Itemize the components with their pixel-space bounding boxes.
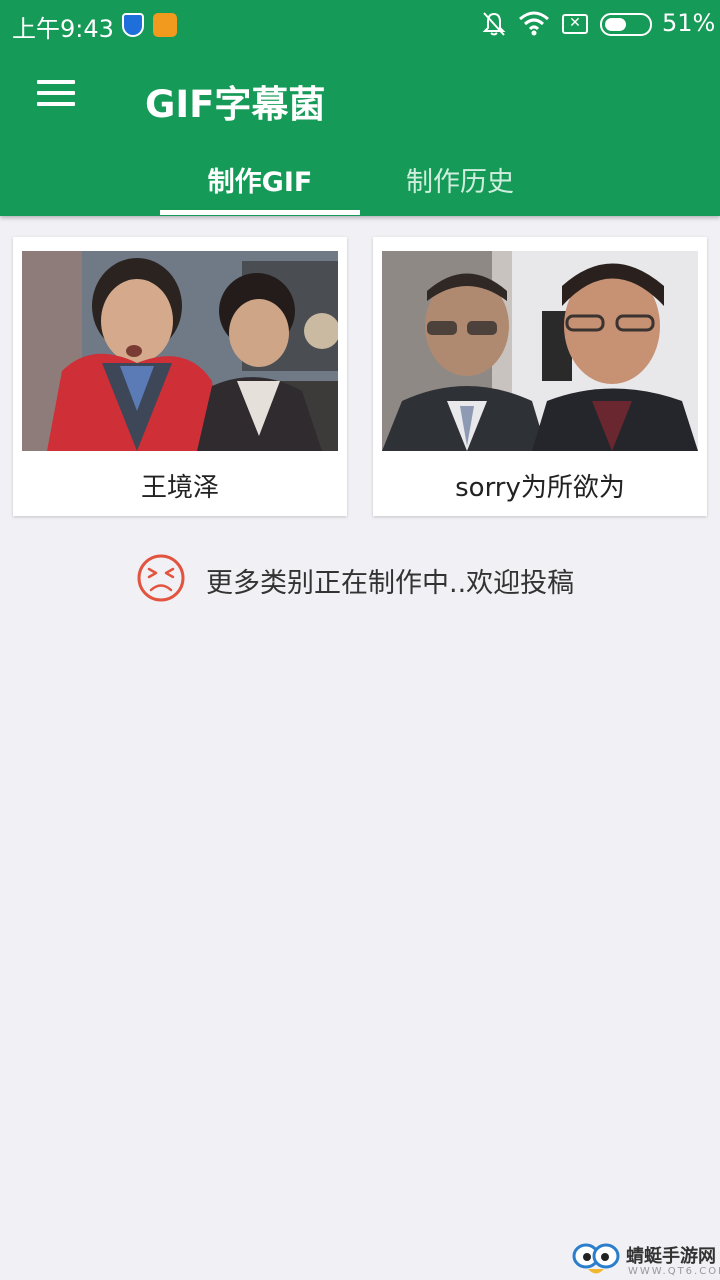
sim-card-icon: ✕ <box>562 14 588 34</box>
uc-browser-icon <box>153 13 177 37</box>
status-time: 上午9:43 <box>12 15 114 43</box>
tab-indicator <box>160 210 360 215</box>
watermark-url: WWW.QT6.COM <box>628 1266 720 1277</box>
frown-face-icon <box>137 554 185 602</box>
app-bar: 上午9:43 ✕ 51% GIF字幕菌 制作GIF 制作历史 <box>0 0 720 216</box>
tab-history[interactable]: 制作历史 <box>360 160 560 199</box>
shield-icon <box>122 13 144 37</box>
bell-off-icon <box>482 12 506 36</box>
battery-percent: 51% <box>662 9 716 37</box>
wifi-icon <box>519 11 549 36</box>
app-title: GIF字幕菌 <box>145 83 326 126</box>
template-thumbnail <box>382 251 698 451</box>
hamburger-menu-icon[interactable] <box>37 80 75 106</box>
watermark-text: 蜻蜓手游网 <box>626 1246 716 1267</box>
template-label: 王境泽 <box>140 473 219 503</box>
battery-icon <box>600 13 652 36</box>
template-label: sorry为所欲为 <box>455 473 625 503</box>
dragonfly-logo-icon <box>572 1243 620 1274</box>
notice-text: 更多类别正在制作中..欢迎投稿 <box>206 568 575 599</box>
template-card-sorry[interactable]: sorry为所欲为 <box>373 237 707 516</box>
tab-make-gif[interactable]: 制作GIF <box>160 160 360 199</box>
status-bar: 上午9:43 ✕ 51% <box>0 0 720 50</box>
template-thumbnail <box>22 251 338 451</box>
battery-level <box>605 18 626 31</box>
template-card-wangjingze[interactable]: 王境泽 <box>13 237 347 516</box>
